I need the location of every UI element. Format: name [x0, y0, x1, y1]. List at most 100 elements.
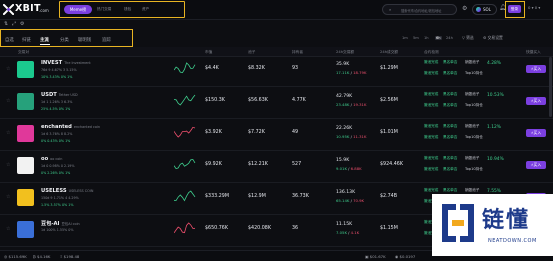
token-name[interactable]: USDT Tether USD [41, 92, 78, 98]
scrollbar[interactable] [549, 57, 552, 117]
logo[interactable]: XBIT .com [3, 3, 55, 17]
period-5m[interactable]: 5m [413, 36, 419, 40]
footer-eth: Ξ $198.48 [60, 254, 80, 259]
table-row[interactable]: ☆ enchanted enchanted coin 1d 6 3.76% 8 8… [0, 119, 553, 151]
gear-icon[interactable]: ⚙ [20, 21, 24, 27]
tab-track[interactable]: 追踪 [102, 37, 111, 43]
search-input[interactable]: ⌕ 搜索代币/合约地址/钱包地址 [382, 4, 457, 15]
audit-badge: 黑名单否 [443, 92, 458, 96]
quick-buy-button[interactable]: ⚡买入 [526, 129, 546, 137]
favorite-star-icon[interactable]: ☆ [6, 98, 10, 104]
arrow-icon[interactable]: ⇅ [4, 21, 8, 27]
audit-badge: 销毁池子 [465, 60, 480, 64]
token-name[interactable]: 豆包-AI 豆包AI coin [41, 220, 80, 227]
favorite-star-icon[interactable]: ☆ [6, 162, 10, 168]
nav-item-hot[interactable]: 热门交易 [97, 7, 111, 12]
period-1m[interactable]: 1m [402, 36, 408, 40]
volume-split: 17.11K / 18.79K [336, 70, 367, 75]
holders-count: 4.77K [292, 98, 306, 103]
volume-24h: 22.26K [336, 126, 353, 131]
token-avatar [17, 189, 34, 206]
wallet-balance[interactable]: 0 ▾ 0 ▾ [528, 5, 540, 10]
pool-size: $56.63K [248, 98, 268, 103]
audit-badge: 黑名单否 [443, 188, 458, 192]
pool-size: $12.21K [248, 162, 268, 167]
pool-size: $7.72K [248, 130, 265, 135]
nav-item-wallet[interactable]: 钱包 [124, 7, 131, 12]
expand-icon[interactable]: ⤢ [12, 21, 16, 27]
nav-item-meme[interactable]: Meme榜 [64, 5, 92, 14]
table-row[interactable]: ☆ USDT Tether USD 1d 1 1.26% 3 6.3% 25% 4… [0, 87, 553, 119]
quick-buy-button[interactable]: ⚡买入 [526, 97, 546, 105]
watermark-sub: NEATDOWN.COM [488, 238, 537, 244]
quick-buy-button[interactable]: ⚡买入 [526, 65, 546, 73]
footer-btc: ₿ $4.16K [33, 254, 51, 259]
token-name[interactable]: enchanted enchanted coin [41, 124, 100, 130]
tab-active-underline [40, 44, 50, 45]
audit-badge: 撤池完成 [424, 92, 439, 96]
chain-label: SOL [483, 7, 491, 12]
volume-24h: 136.13K [336, 190, 356, 195]
pool-size: $8.32K [248, 66, 265, 71]
tab-category[interactable]: 分类 [60, 37, 69, 43]
token-name[interactable]: INVEST The Investment [41, 60, 91, 66]
audit-badge: 黑名单否 [443, 71, 458, 75]
top10-badge: Top10持仓 [465, 167, 483, 171]
logo-text: XBIT [15, 3, 41, 14]
price-sparkline [174, 159, 196, 170]
period-6h[interactable]: 6h [435, 36, 442, 40]
pool-size: $420.08K [248, 226, 271, 231]
favorite-star-icon[interactable]: ☆ [6, 194, 10, 200]
top10-badge: Top10持仓 [465, 135, 483, 139]
login-highlight: 登录 [505, 1, 525, 18]
audit-badge: 销毁池子 [465, 124, 480, 128]
price-sparkline [174, 94, 196, 106]
watermark-logo-icon [442, 204, 474, 242]
nav-item-assets[interactable]: 资产 [142, 7, 149, 12]
audit-badge: 撤池完成 [424, 124, 439, 128]
audit-badge: 黑名单否 [443, 135, 458, 139]
tab-smart-money[interactable]: 聪明钱 [78, 37, 91, 43]
login-button[interactable]: 登录 [508, 5, 521, 13]
trade-settings-button[interactable]: ⚙ 交易设置 [483, 35, 503, 41]
table-row[interactable]: ☆ oo oo coin 1d 0 0.98% 0 2.19% 0% 2.26% … [0, 151, 553, 183]
price-sparkline [174, 126, 196, 138]
token-meta: 1d 100% 1.55% 0% [41, 228, 74, 232]
market-cap: $333.29M [205, 194, 229, 199]
tab-scan[interactable]: 扫链 [22, 37, 31, 43]
turnover-24h: $2.56M [380, 98, 398, 103]
turnover-24h: $2.74B [380, 194, 398, 199]
token-stats: 0% 0.43% 0% 1% [41, 139, 71, 143]
period-24h[interactable]: 24h [446, 36, 453, 40]
top10-percent: 10.94% [487, 157, 504, 162]
tab-favorites[interactable]: 自选 [5, 37, 14, 43]
chain-selector[interactable]: SOL [472, 4, 497, 15]
favorite-star-icon[interactable]: ☆ [6, 66, 10, 72]
token-name[interactable]: USELESS USELESS COIN [41, 188, 93, 194]
volume-24h: 35.9K [336, 62, 350, 67]
token-stats: 0% 2.26% 0% 1% [41, 171, 71, 175]
audit-badge: 撤池完成 [424, 167, 439, 171]
token-avatar [17, 221, 34, 238]
token-stats: 10% 3.43% 0% 1% [41, 75, 73, 79]
token-name[interactable]: oo oo coin [41, 156, 62, 162]
holders-count: 93 [292, 66, 299, 71]
favorite-star-icon[interactable]: ☆ [6, 226, 10, 232]
tab-mainstream[interactable]: 主流 [40, 37, 49, 43]
quick-buy-button[interactable]: ⚡买入 [526, 161, 546, 169]
audit-badge: 撤池完成 [424, 71, 439, 75]
audit-badge: 撤池完成 [424, 188, 439, 192]
footer-stat-1: ▣ $01.67K [365, 254, 386, 259]
favorite-star-icon[interactable]: ☆ [6, 130, 10, 136]
audit-badge: 销毁池子 [465, 188, 480, 192]
filter-button[interactable]: ▽ 筛选 [462, 35, 474, 41]
holders-count: 49 [292, 130, 299, 135]
top10-badge: Top10持仓 [465, 103, 483, 107]
notification-icon[interactable]: ⚙ [462, 5, 467, 12]
period-1h[interactable]: 1h [424, 36, 429, 40]
table-row[interactable]: ☆ INVEST The Investment 76d 9 4.67% 3 5.1… [0, 55, 553, 87]
top10-percent: 4.28% [487, 61, 501, 66]
filter-label: 筛选 [466, 35, 474, 40]
price-sparkline [174, 222, 196, 234]
search-icon: ⌕ [389, 7, 392, 12]
